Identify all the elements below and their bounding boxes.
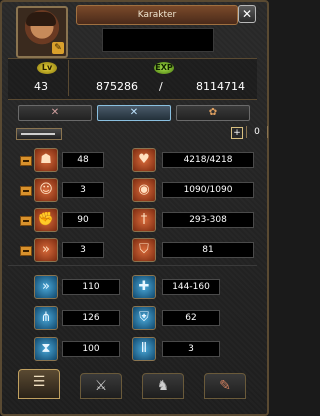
running-icon: »: [34, 238, 58, 262]
secondary-row-1: » 110 ✚ 144-160: [8, 272, 265, 302]
exp-separator: /: [159, 80, 163, 93]
secondary-value: 100: [62, 341, 120, 357]
speed-icon: »: [34, 275, 58, 299]
close-button[interactable]: ✕: [238, 5, 256, 23]
mount-icon[interactable]: ♞: [142, 373, 184, 399]
level-badge-icon: Lv: [37, 62, 57, 74]
exp-badge-icon: EXP: [154, 62, 174, 74]
secondary-value: 126: [62, 310, 120, 326]
secondary-value: 62: [162, 310, 220, 326]
derived-value: 4218/4218: [162, 152, 254, 168]
derived-value: 1090/1090: [162, 182, 254, 198]
stat-row-dex: » 3 ⛉ 81: [8, 235, 265, 265]
close-icon: ✕: [241, 7, 253, 21]
scroll-icon[interactable]: ✎: [204, 373, 246, 399]
status-tabs: ✕ ✕ ✿: [8, 105, 257, 121]
window-title: Karakter: [76, 5, 238, 25]
stat-row-str: ✊ 90 † 293-308: [8, 205, 265, 235]
head-icon: ☺: [34, 178, 58, 202]
sword-icon: †: [132, 208, 156, 232]
character-portrait[interactable]: ✎: [16, 6, 68, 58]
secondary-value: 144-160: [162, 279, 220, 295]
secondary-value: 110: [62, 279, 120, 295]
character-window: ✎ Karakter ✕ Lv EXP 43 875286 / 8114714 …: [0, 0, 269, 416]
claw-icon: ⋔: [34, 306, 58, 330]
crossed-swords-blue-icon[interactable]: ✕: [97, 105, 171, 121]
stat-value: 3: [62, 182, 104, 198]
stat-points-value: 0: [246, 126, 268, 138]
decrease-stat-button[interactable]: [20, 216, 32, 226]
magic-defense-icon: ⛨: [132, 306, 156, 330]
secondary-value: 3: [162, 341, 220, 357]
sword-skill-icon[interactable]: ⚔: [80, 373, 122, 399]
exp-required: 8114714: [196, 80, 245, 93]
stat-row-vit: ☗ 48 ♥ 4218/4218: [8, 145, 265, 175]
stat-row-int: ☺ 3 ◉ 1090/1090: [8, 175, 265, 205]
stat-value: 48: [62, 152, 104, 168]
pillar-icon: Ⅱ: [132, 337, 156, 361]
secondary-row-3: ⧗ 100 Ⅱ 3: [8, 334, 265, 364]
magic-attack-icon: ✚: [132, 275, 156, 299]
level-value: 43: [34, 80, 48, 93]
derived-value: 81: [162, 242, 254, 258]
crossed-swords-icon[interactable]: ✕: [18, 105, 92, 121]
derived-value: 293-308: [162, 212, 254, 228]
character-name-box: [102, 28, 214, 52]
exp-current: 875286: [96, 80, 138, 93]
secondary-row-2: ⋔ 126 ⛨ 62: [8, 303, 265, 333]
fist-icon: ✊: [34, 208, 58, 232]
section-divider: [8, 265, 257, 266]
shield-icon: ⛉: [132, 238, 156, 262]
equipment-bar: [16, 128, 62, 140]
heart-icon: ♥: [132, 148, 156, 172]
mana-orb-icon: ◉: [132, 178, 156, 202]
decrease-stat-button[interactable]: [20, 156, 32, 166]
decrease-stat-button[interactable]: [20, 246, 32, 256]
decrease-stat-button[interactable]: [20, 186, 32, 196]
band-divider: [68, 60, 69, 96]
stat-value: 90: [62, 212, 104, 228]
character-card-icon[interactable]: ☰: [18, 369, 60, 399]
stat-value: 3: [62, 242, 104, 258]
edit-pencil-icon[interactable]: ✎: [52, 42, 64, 54]
body-icon: ☗: [34, 148, 58, 172]
hourglass-icon: ⧗: [34, 337, 58, 361]
add-stat-button[interactable]: +: [231, 127, 243, 139]
portrait-hair: [26, 12, 56, 26]
ornament-icon[interactable]: ✿: [176, 105, 250, 121]
